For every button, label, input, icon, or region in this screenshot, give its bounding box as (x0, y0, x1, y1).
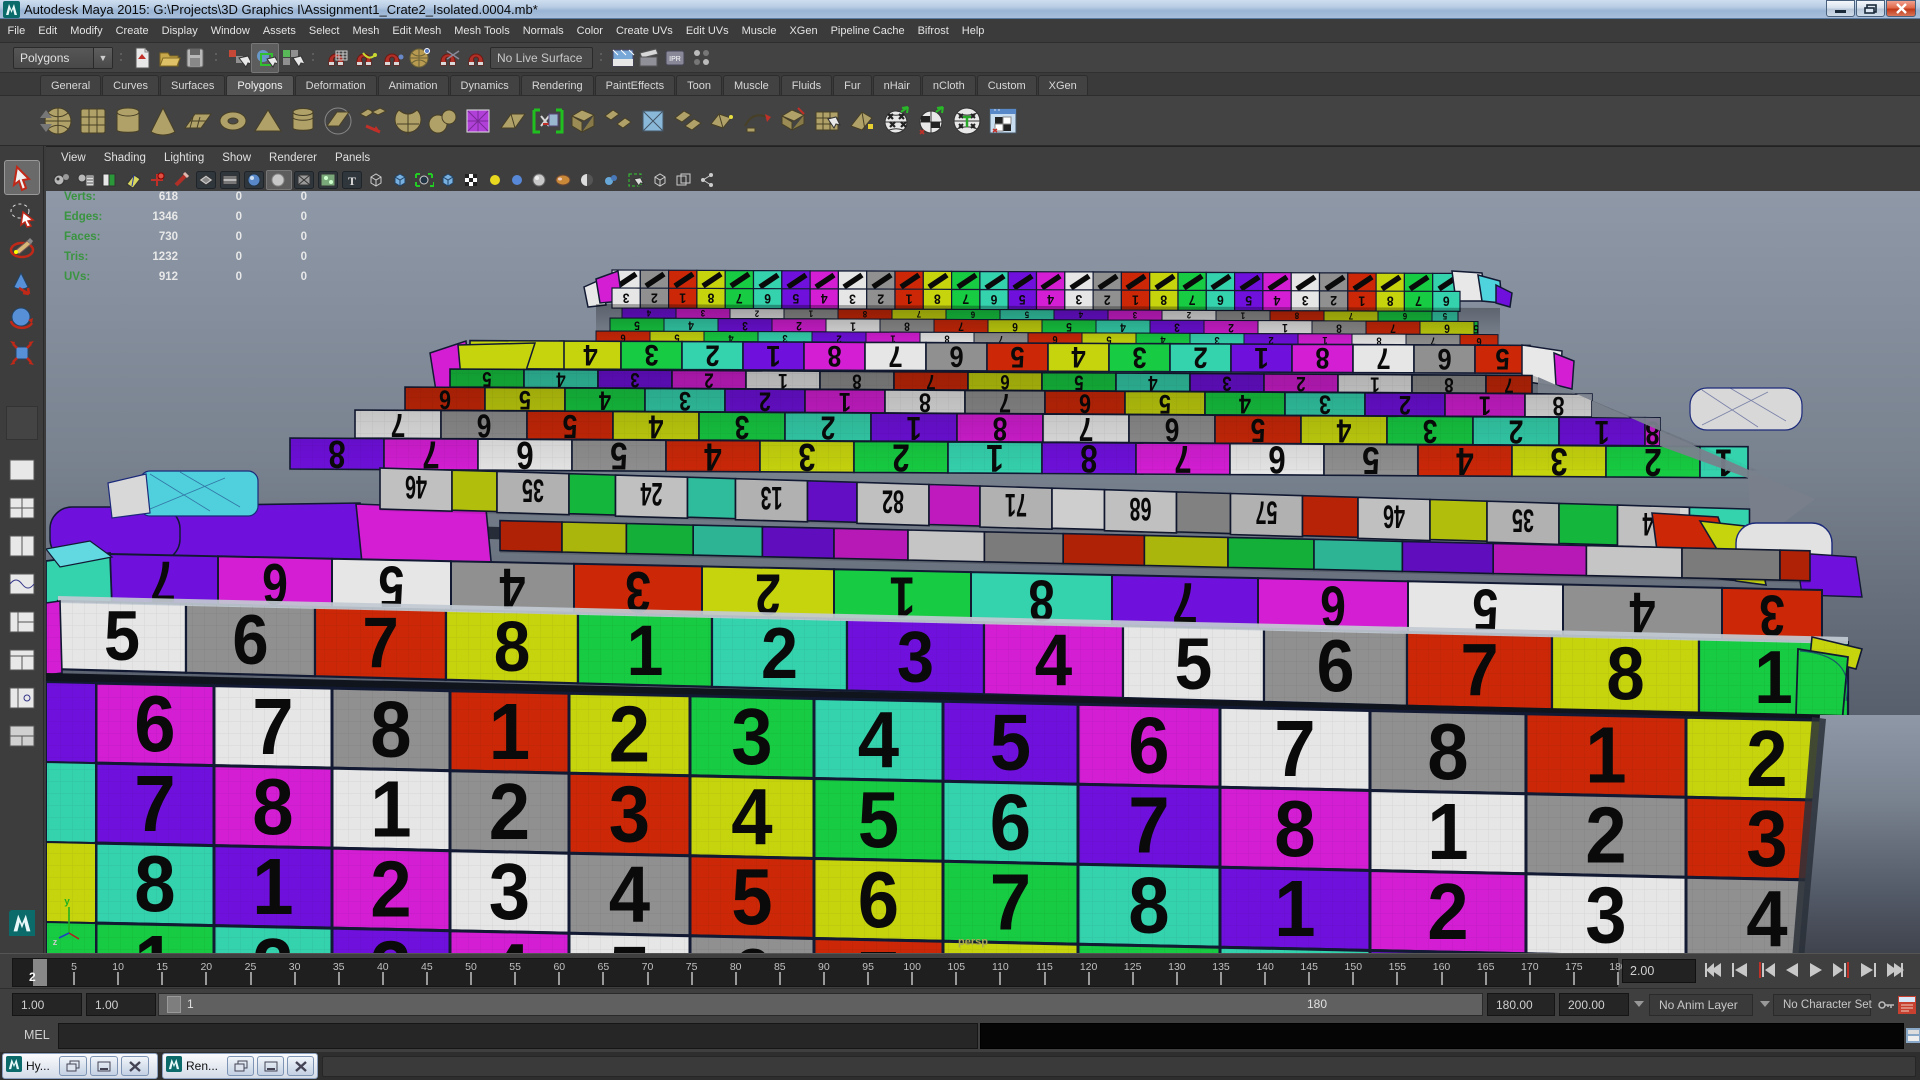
svg-text:1346: 1346 (152, 211, 178, 223)
svg-text:Verts:: Verts: (64, 191, 96, 203)
svg-text:1232: 1232 (152, 251, 178, 263)
svg-text:Tris:: Tris: (64, 251, 88, 263)
svg-text:0: 0 (301, 271, 307, 283)
svg-text:0: 0 (301, 191, 307, 203)
svg-text:912: 912 (159, 271, 178, 283)
svg-text:730: 730 (159, 231, 178, 243)
svg-text:618: 618 (159, 191, 179, 203)
svg-text:UVs:: UVs: (64, 271, 90, 283)
svg-text:0: 0 (301, 251, 307, 263)
svg-text:z: z (53, 937, 58, 947)
svg-text:0: 0 (301, 231, 307, 243)
svg-text:IPR: IPR (669, 56, 681, 63)
svg-text:Edges:: Edges: (64, 211, 102, 223)
svg-text:0: 0 (236, 231, 242, 243)
svg-text:0: 0 (236, 191, 242, 203)
svg-text:0: 0 (301, 211, 307, 223)
svg-text:y: y (64, 897, 70, 908)
svg-text:0: 0 (236, 251, 242, 263)
svg-text:0: 0 (236, 271, 242, 283)
svg-text:Faces:: Faces: (64, 231, 100, 243)
svg-text:0: 0 (236, 211, 242, 223)
svg-text:T: T (348, 174, 356, 188)
svg-text:persp: persp (958, 936, 988, 948)
